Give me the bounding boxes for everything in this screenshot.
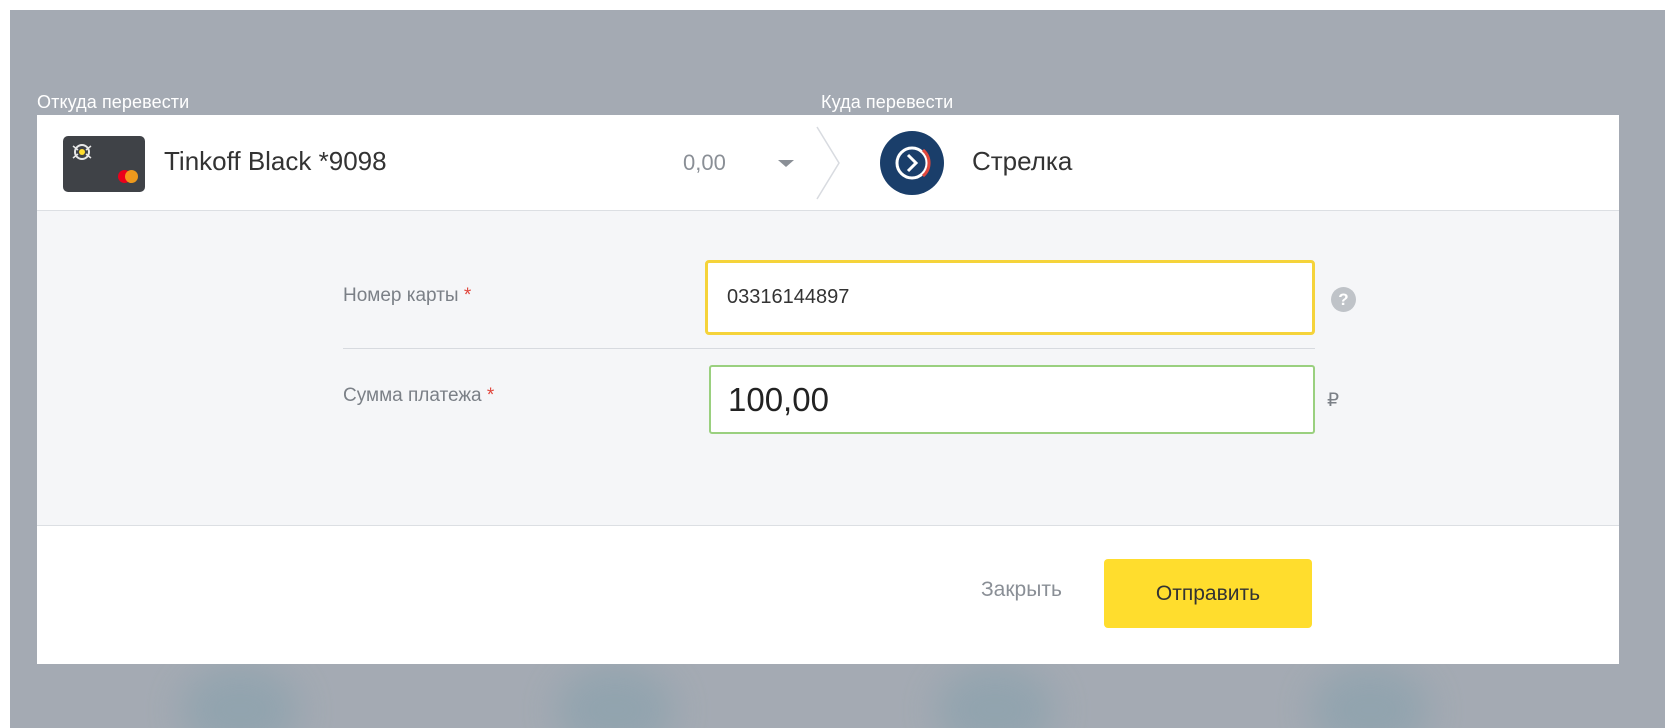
currency-symbol: ₽ xyxy=(1327,390,1340,411)
destination-name: Стрелка xyxy=(972,146,1073,176)
strelka-logo-icon xyxy=(880,131,944,195)
mastercard-icon xyxy=(125,170,138,183)
amount-input[interactable] xyxy=(709,365,1315,434)
transfer-header: Tinkoff Black *9098 0,00 Стрелка xyxy=(37,115,1619,211)
blurred-background-tile xyxy=(180,665,300,728)
blurred-background-tile xyxy=(1310,665,1430,728)
blurred-background-tile xyxy=(935,665,1055,728)
form-actions: Закрыть Отправить xyxy=(37,526,1619,664)
transfer-form: Номер карты * ? Сумма платежа * ₽ xyxy=(37,211,1619,526)
blurred-background-tile xyxy=(555,665,675,728)
close-button[interactable]: Закрыть xyxy=(981,578,1062,602)
submit-button[interactable]: Отправить xyxy=(1104,559,1312,628)
chevron-right-icon xyxy=(816,126,840,200)
chevron-down-icon[interactable] xyxy=(778,160,794,167)
help-icon[interactable]: ? xyxy=(1331,287,1356,312)
source-card-name[interactable]: Tinkoff Black *9098 xyxy=(164,146,387,177)
source-section-label: Откуда перевести xyxy=(37,92,190,112)
destination-section-label: Куда перевести xyxy=(821,92,954,112)
amount-label: Сумма платежа * xyxy=(343,385,495,406)
source-card-balance: 0,00 xyxy=(683,150,726,175)
form-divider xyxy=(343,348,1315,349)
credit-card-icon xyxy=(72,144,92,160)
source-card-selector[interactable] xyxy=(63,136,145,192)
card-number-label: Номер карты * xyxy=(343,285,472,306)
card-number-input[interactable] xyxy=(705,260,1315,335)
